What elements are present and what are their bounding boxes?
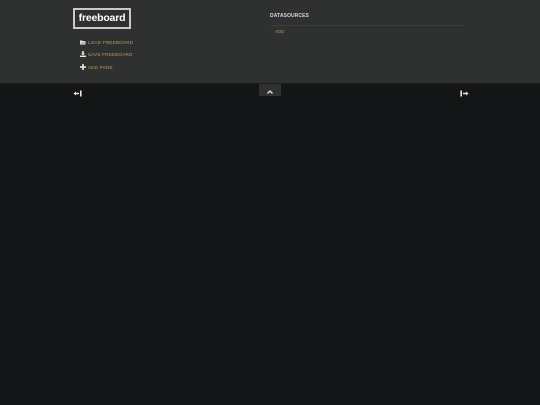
remove-column-button[interactable] [72,89,82,97]
folder-open-icon [80,39,86,45]
datasources-divider [270,25,464,26]
save-freeboard-button[interactable]: SAVE FREEBOARD [80,49,133,59]
board-canvas [0,97,540,405]
add-pane-label: ADD PANE [88,64,113,70]
datasources-heading: DATASOURCES [270,13,309,19]
logo: freeboard [73,8,131,29]
toggle-header-button[interactable] [259,84,281,96]
add-pane-button[interactable]: ADD PANE [80,62,113,72]
load-freeboard-label: LOAD FREEBOARD [88,39,134,45]
save-freeboard-label: SAVE FREEBOARD [88,51,133,57]
add-column-button[interactable] [459,89,469,97]
download-icon [80,51,86,57]
load-freeboard-button[interactable]: LOAD FREEBOARD [80,37,133,47]
board-toolbar: freeboard LOAD FREEBOARD SAVE FREEBOARD … [0,0,540,84]
plus-icon [80,64,86,70]
add-datasource-link[interactable]: ADD [275,29,284,34]
